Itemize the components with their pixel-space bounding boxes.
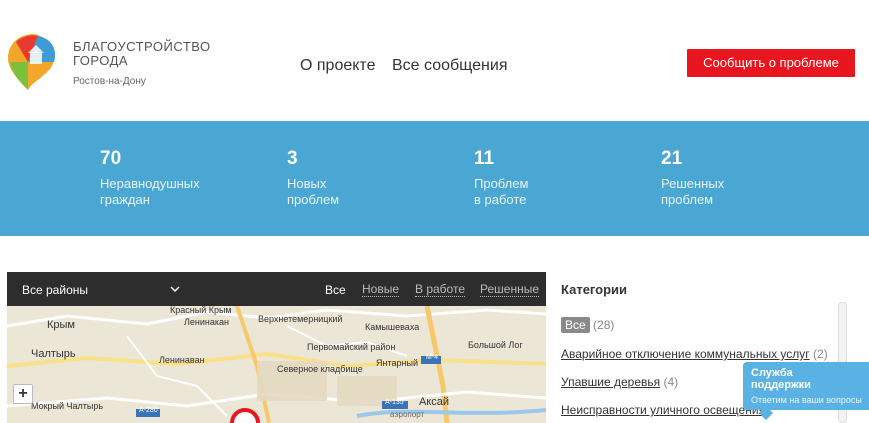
map-label: M-4 — [426, 354, 439, 361]
stat-value: 11 — [474, 148, 495, 169]
stat-value: 70 — [100, 148, 122, 169]
category-link[interactable]: Неисправности уличного освещения — [561, 403, 765, 417]
map-label: аэропорт — [390, 410, 425, 419]
logo-title-line2: ГОРОДА — [73, 53, 129, 68]
category-link[interactable]: Упавшие деревья — [561, 375, 660, 389]
stat-label: Неравнодушных граждан — [100, 176, 200, 207]
stat-value: 21 — [661, 148, 683, 169]
map-toolbar: Все районы Все Новые В работе Решенные — [7, 272, 546, 306]
report-problem-button[interactable]: Сообщить о проблеме — [687, 49, 855, 77]
map-label: Верхнетемерницкий — [258, 314, 343, 324]
map-panel: Все районы Все Новые В работе Решенные К… — [7, 272, 546, 423]
map-label: A-280 — [139, 407, 158, 414]
map-label: Мокрый Чалтырь — [31, 401, 104, 411]
map-label: Янтарный — [376, 358, 418, 368]
filter-all[interactable]: Все — [325, 283, 346, 297]
stat-resolved: 21 Решенных проблем — [661, 148, 724, 208]
logo-icon[interactable] — [6, 32, 62, 92]
map-label: Большой Лог — [468, 340, 523, 350]
stats-bar: 70 Неравнодушных граждан 3 Новых проблем… — [0, 121, 869, 236]
category-all[interactable]: Все (28) — [561, 317, 615, 333]
site-header: БЛАГОУСТРОЙСТВО ГОРОДА Ростов-на-Дону О … — [0, 0, 869, 121]
category-item[interactable]: Неисправности уличного освещения — [561, 403, 765, 417]
support-title: Служба поддержки — [751, 367, 811, 391]
nav-all-messages-link[interactable]: Все сообщения — [392, 57, 507, 75]
support-tail — [758, 405, 774, 421]
map-label: Аксай — [419, 396, 450, 408]
support-widget[interactable]: Служба поддержки Ответим на ваши вопросы — [743, 362, 869, 421]
map-label: Красный Крым — [170, 305, 232, 315]
map-label: Крым — [47, 319, 75, 331]
map-label: Камышеваха — [365, 322, 420, 332]
logo-title-line1: БЛАГОУСТРОЙСТВО — [73, 39, 211, 54]
nav-about-link[interactable]: О проекте — [300, 57, 375, 75]
category-count: (2) — [813, 347, 828, 361]
logo-title: БЛАГОУСТРОЙСТВО ГОРОДА — [73, 40, 211, 68]
stat-value: 3 — [287, 148, 298, 169]
filter-new[interactable]: Новые — [362, 283, 400, 297]
map-canvas[interactable]: Красный Крым Крым Ленинакан Верхнетемерн… — [7, 305, 546, 423]
map-label: Ленинакан — [184, 317, 229, 327]
stat-label: Проблем в работе — [474, 176, 529, 207]
chevron-down-icon[interactable] — [169, 284, 181, 294]
stat-label: Новых проблем — [287, 176, 340, 207]
filter-in-progress[interactable]: В работе — [415, 283, 466, 297]
category-item[interactable]: Упавшие деревья (4) — [561, 375, 678, 389]
map-label: Ленинаван — [159, 355, 205, 365]
category-item[interactable]: Аварийное отключение коммунальных услуг … — [561, 347, 828, 361]
map-label: Чалтырь — [31, 348, 76, 360]
category-count: (28) — [593, 318, 615, 332]
map-label: Первомайский район — [307, 342, 396, 352]
category-all-badge[interactable]: Все — [561, 317, 590, 333]
logo-city: Ростов-на-Дону — [73, 76, 146, 87]
district-select[interactable]: Все районы — [22, 283, 88, 297]
stat-label: Решенных проблем — [661, 176, 725, 207]
zoom-in-button[interactable]: + — [13, 384, 33, 404]
category-count: (4) — [663, 375, 679, 389]
category-link[interactable]: Аварийное отключение коммунальных услуг — [561, 347, 810, 361]
map-label: A-135 — [385, 399, 404, 406]
problem-marker[interactable] — [230, 408, 260, 423]
stat-in-progress: 11 Проблем в работе — [474, 148, 528, 208]
support-subtitle: Ответим на ваши вопросы — [751, 395, 862, 405]
stat-new: 3 Новых проблем — [287, 148, 339, 208]
filter-resolved[interactable]: Решенные — [480, 283, 540, 297]
categories-title: Категории — [561, 282, 628, 297]
map-label: Северное кладбище — [277, 364, 363, 374]
stat-citizens: 70 Неравнодушных граждан — [100, 148, 200, 208]
